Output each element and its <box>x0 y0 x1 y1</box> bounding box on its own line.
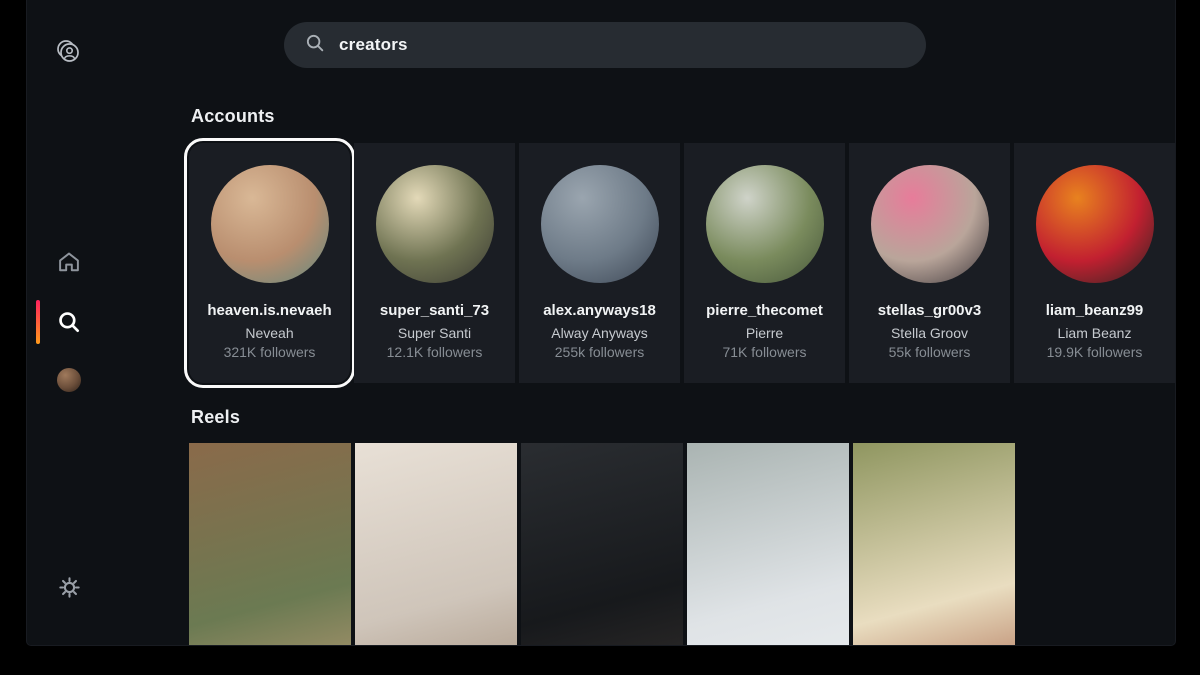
account-switcher-icon <box>55 38 83 66</box>
account-avatar <box>210 165 329 283</box>
search-icon <box>56 309 82 335</box>
reels-heading: Reels <box>191 407 241 427</box>
account-followers: 12.1K followers <box>386 344 483 360</box>
reel-thumbnail[interactable] <box>853 443 1015 645</box>
account-avatar <box>705 165 824 283</box>
account-followers: 321K followers <box>223 344 316 360</box>
account-followers: 55k followers <box>888 344 971 360</box>
account-fullname: Pierre <box>745 325 784 341</box>
active-tab-indicator <box>36 300 40 344</box>
account-followers: 255k followers <box>554 344 645 360</box>
search-icon <box>304 32 326 59</box>
account-avatar <box>870 165 989 283</box>
account-card[interactable]: super_santi_73 Super Santi 12.1K followe… <box>354 143 515 383</box>
reel-thumbnail[interactable] <box>687 443 849 645</box>
reel-thumbnail[interactable] <box>521 443 683 645</box>
settings-button[interactable] <box>54 572 84 602</box>
home-icon <box>56 249 82 275</box>
account-card[interactable]: alex.anyways18 Alway Anyways 255k follow… <box>519 143 680 383</box>
account-username: super_santi_73 <box>379 302 490 319</box>
account-username: stellas_gr00v3 <box>877 302 982 319</box>
sidebar <box>27 0 187 645</box>
main-content: creators Accounts heaven.is.nevaeh Nevea… <box>184 0 1175 645</box>
account-fullname: Stella Groov <box>890 325 969 341</box>
account-followers: 71K followers <box>722 344 807 360</box>
accounts-heading: Accounts <box>191 106 275 126</box>
account-username: alex.anyways18 <box>543 302 656 319</box>
account-fullname: Neveah <box>245 325 294 341</box>
account-fullname: Alway Anyways <box>551 325 648 341</box>
account-card[interactable]: liam_beanz99 Liam Beanz 19.9K followers <box>1014 143 1175 383</box>
profile-avatar[interactable] <box>57 368 81 392</box>
account-avatar <box>375 165 494 283</box>
account-card[interactable]: heaven.is.nevaeh Neveah 321K followers <box>184 138 355 388</box>
account-username: liam_beanz99 <box>1045 302 1144 319</box>
accounts-row: heaven.is.nevaeh Neveah 321K followers s… <box>184 138 1175 388</box>
account-avatar <box>540 165 659 283</box>
account-username: heaven.is.nevaeh <box>207 302 332 319</box>
home-button[interactable] <box>54 247 84 277</box>
account-card[interactable]: pierre_thecomet Pierre 71K followers <box>684 143 845 383</box>
search-query: creators <box>339 35 408 54</box>
account-followers: 19.9K followers <box>1046 344 1143 360</box>
reel-thumbnail[interactable] <box>189 443 351 645</box>
account-switcher-button[interactable] <box>54 37 84 67</box>
account-fullname: Super Santi <box>397 325 472 341</box>
reels-row <box>189 443 1015 645</box>
settings-gear-icon <box>57 575 82 600</box>
search-tab-button[interactable] <box>54 307 84 337</box>
reel-thumbnail[interactable] <box>355 443 517 645</box>
account-fullname: Liam Beanz <box>1057 325 1132 341</box>
account-avatar <box>1035 165 1154 283</box>
app-screen: creators Accounts heaven.is.nevaeh Nevea… <box>26 0 1176 646</box>
account-card[interactable]: stellas_gr00v3 Stella Groov 55k follower… <box>849 143 1010 383</box>
search-bar[interactable]: creators <box>284 22 926 68</box>
account-username: pierre_thecomet <box>706 302 823 319</box>
